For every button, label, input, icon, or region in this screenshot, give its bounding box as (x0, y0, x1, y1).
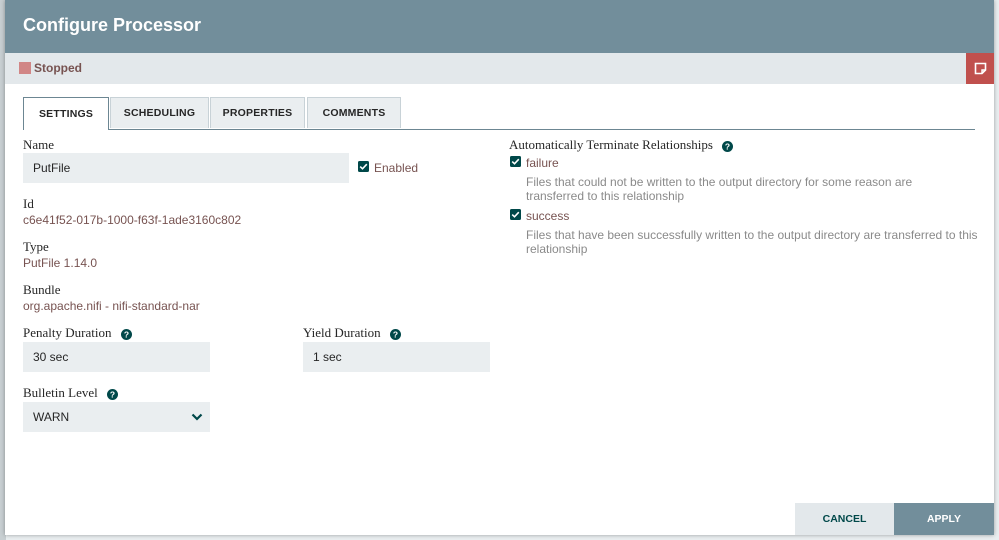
tab-comments[interactable]: COMMENTS (307, 97, 401, 128)
yield-duration-label: Yield Duration ? (303, 325, 401, 341)
penalty-duration-value: 30 sec (33, 350, 69, 364)
question-circle-icon[interactable]: ? (722, 140, 734, 152)
enabled-checkbox[interactable] (358, 161, 369, 172)
svg-text:?: ? (124, 329, 129, 339)
id-value: c6e41f52-017b-1000-f63f-1ade3160c802 (23, 213, 242, 227)
cancel-button[interactable]: CANCEL (795, 503, 894, 535)
question-circle-icon[interactable]: ? (389, 328, 401, 340)
svg-text:?: ? (110, 389, 115, 399)
failure-checkbox[interactable] (510, 156, 521, 167)
success-description: Files that have been successfully writte… (526, 228, 978, 256)
failure-description: Files that could not be written to the o… (526, 175, 913, 203)
tab-bar: SETTINGS SCHEDULING PROPERTIES COMMENTS (23, 97, 975, 130)
chevron-down-icon (191, 413, 203, 421)
question-circle-icon[interactable]: ? (120, 328, 132, 340)
yield-duration-input[interactable]: 1 sec (303, 342, 490, 372)
sticky-note-icon (974, 62, 986, 75)
name-input[interactable]: PutFile (23, 153, 349, 183)
id-label: Id (23, 196, 34, 211)
svg-text:?: ? (393, 329, 398, 339)
question-circle-icon[interactable]: ? (106, 388, 118, 400)
auto-terminate-label-text: Automatically Terminate Relationships (509, 137, 713, 152)
tab-scheduling[interactable]: SCHEDULING (110, 97, 209, 128)
status-bar: Stopped (5, 53, 994, 84)
auto-terminate-label: Automatically Terminate Relationships ? (509, 137, 734, 153)
dialog-header: Configure Processor (5, 0, 994, 53)
dialog-title: Configure Processor (23, 15, 202, 35)
configure-processor-dialog: Configure Processor Stopped SETTINGS SCH… (5, 0, 994, 535)
tab-properties[interactable]: PROPERTIES (210, 97, 305, 128)
success-label: success (526, 209, 570, 223)
apply-button[interactable]: APPLY (894, 503, 994, 535)
penalty-duration-label: Penalty Duration ? (23, 325, 132, 341)
type-value: PutFile 1.14.0 (23, 256, 98, 270)
notes-button[interactable] (966, 53, 994, 84)
bulletin-level-value: WARN (33, 410, 70, 424)
tab-settings[interactable]: SETTINGS (23, 97, 109, 130)
bulletin-level-select[interactable]: WARN (23, 402, 210, 432)
penalty-duration-input[interactable]: 30 sec (23, 342, 210, 372)
penalty-duration-label-text: Penalty Duration (23, 325, 112, 340)
yield-duration-label-text: Yield Duration (303, 325, 381, 340)
name-label: Name (23, 137, 55, 152)
success-checkbox[interactable] (510, 209, 521, 220)
bundle-value: org.apache.nifi - nifi-standard-nar (23, 299, 200, 313)
enabled-label: Enabled (374, 161, 419, 175)
status-label: Stopped (34, 61, 82, 75)
svg-text:?: ? (725, 141, 730, 151)
yield-duration-value: 1 sec (313, 350, 342, 364)
stopped-icon (19, 62, 31, 74)
bundle-label: Bundle (23, 282, 61, 297)
type-label: Type (23, 239, 49, 254)
bulletin-level-label-text: Bulletin Level (23, 385, 98, 400)
failure-label: failure (526, 156, 559, 170)
name-value: PutFile (33, 161, 71, 175)
bulletin-level-label: Bulletin Level ? (23, 385, 118, 401)
